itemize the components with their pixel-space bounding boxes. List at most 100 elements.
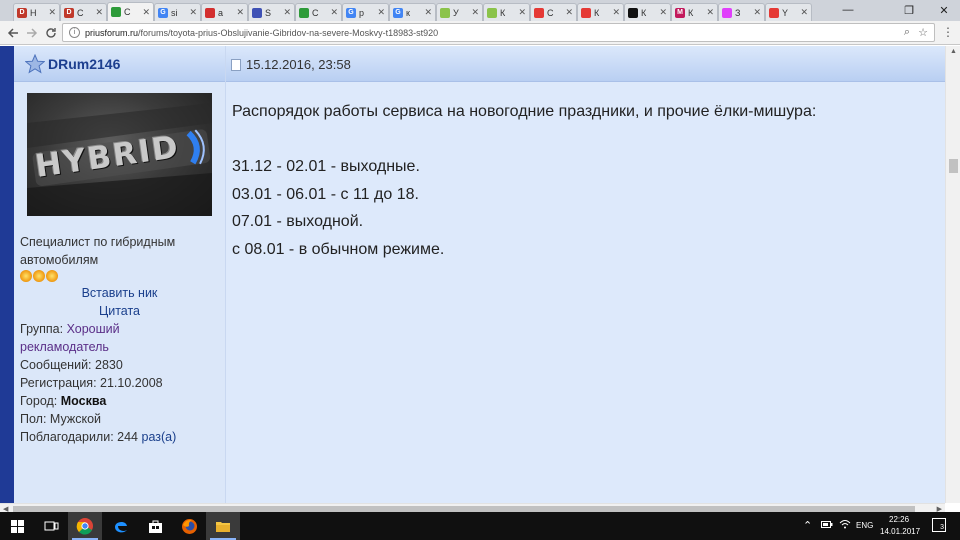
tab-close-icon[interactable]: ✕ [95,7,103,18]
browser-tab[interactable]: Gp ✕ [342,3,389,21]
browser-tab[interactable]: К ✕ [577,3,624,21]
scroll-up-icon[interactable]: ▲ [950,48,957,55]
browser-tab[interactable]: Gк ✕ [389,3,436,21]
post-author-panel: DRum2146 HYBRID Специалист по гибридным … [14,46,225,503]
tab-close-icon[interactable]: ✕ [753,7,761,18]
info-icon: i [69,27,80,38]
close-window-button[interactable]: ✕ [928,0,960,20]
tab-close-icon[interactable]: ✕ [612,7,620,18]
map-icon [440,7,450,18]
kebab-menu-icon[interactable]: ⋮ [942,25,954,39]
quote-link[interactable]: Цитата [14,304,225,318]
tab-title: К [594,7,600,18]
registration-row: Регистрация: 21.10.2008 [20,376,163,390]
tab-close-icon[interactable]: ✕ [471,7,479,18]
tab-title: К [641,7,647,18]
pink-circle-icon [722,7,732,18]
offline-star-icon [25,54,45,74]
group-value-line2[interactable]: рекламодатель [20,340,109,354]
tab-close-icon[interactable]: ✕ [565,7,573,18]
browser-tab[interactable]: C ✕ [295,3,342,21]
maximize-button[interactable]: ❐ [893,0,925,20]
tab-close-icon[interactable]: ✕ [48,7,56,18]
windows-logo-icon [10,519,24,533]
browser-tab[interactable]: D C ✕ [60,3,107,21]
cube-icon [252,7,262,18]
forum-left-border [0,46,14,503]
taskbar-store[interactable] [138,512,172,540]
taskbar-edge[interactable] [104,512,138,540]
reload-icon [46,28,56,38]
browser-tab[interactable]: К ✕ [483,3,530,21]
start-button[interactable] [0,512,34,540]
group-row: Группа: Хороший [20,322,120,336]
forward-button[interactable] [23,24,41,42]
post-body: Распорядок работы сервиса на новогодние … [232,98,816,263]
heart-icon [581,7,591,18]
messages-label: Сообщений: [20,358,92,372]
url-input[interactable]: i priusforum.ru/forums/toyota-prius-Obsl… [62,23,935,42]
action-center-icon[interactable]: 3 [932,518,946,532]
vertical-scroll-thumb[interactable] [949,159,958,173]
reload-button[interactable] [42,24,60,42]
taskbar-chrome[interactable] [68,512,102,540]
vertical-scrollbar[interactable]: ▲ [945,46,960,503]
taskbar-firefox[interactable] [172,512,206,540]
browser-tab[interactable]: С ✕ [530,3,577,21]
tab-close-icon[interactable]: ✕ [377,7,385,18]
clock-date[interactable]: 14.01.2017 [880,527,920,536]
post-content-panel: 15.12.2016, 23:58 Распорядок работы серв… [225,46,946,503]
drive2-icon: D [17,7,27,18]
battery-icon[interactable] [821,520,833,531]
group-value-line1[interactable]: Хороший [67,322,120,336]
tab-close-icon[interactable]: ✕ [518,7,526,18]
thanked-value: 244 [117,430,139,444]
thanked-link[interactable]: раз(а) [142,430,177,444]
author-title-line1: Специалист по гибридным [20,235,176,249]
browser-tab[interactable]: M К ✕ [671,3,718,21]
browser-tab[interactable]: D H ✕ [13,3,60,21]
tab-close-icon[interactable]: ✕ [330,7,338,18]
insert-nick-link[interactable]: Вставить ник [14,286,225,300]
bookmark-star-icon[interactable]: ☆ [918,26,928,39]
browser-tab[interactable]: Gsi ✕ [154,3,201,21]
messages-row: Сообщений: 2830 [20,358,123,372]
browser-tab[interactable]: У ✕ [436,3,483,21]
browser-tab[interactable]: З ✕ [718,3,765,21]
browser-tab[interactable]: К ✕ [624,3,671,21]
tab-close-icon[interactable]: ✕ [659,7,667,18]
tab-title: a [218,7,224,18]
language-indicator[interactable]: ENG [856,521,873,530]
tab-title: Y [782,7,789,18]
wifi-icon[interactable] [839,519,851,531]
black-square-icon [628,7,638,18]
rank-stars [20,270,58,282]
tab-close-icon[interactable]: ✕ [424,7,432,18]
zoom-icon[interactable]: ⌕ [904,26,910,39]
m-logo-icon: M [675,7,685,18]
browser-tab[interactable]: a ✕ [201,3,248,21]
browser-tab[interactable]: C ✕ [107,2,154,21]
tray-chevron-icon[interactable]: ⌃ [803,519,812,532]
author-nick[interactable]: DRum2146 [48,56,120,72]
browser-tab[interactable]: Y ✕ [765,3,812,21]
youtube-icon [769,7,779,18]
browser-tab[interactable]: S ✕ [248,3,295,21]
task-view-button[interactable] [34,512,68,540]
clock-time[interactable]: 22:26 [889,515,909,524]
post-text-line: Распорядок работы сервиса на новогодние … [232,103,817,120]
taskbar-explorer[interactable] [206,512,240,540]
page-viewport: DRum2146 HYBRID Специалист по гибридным … [0,46,960,503]
gender-label: Пол: [20,412,47,426]
tab-close-icon[interactable]: ✕ [142,7,150,18]
tab-close-icon[interactable]: ✕ [283,7,291,18]
tab-close-icon[interactable]: ✕ [236,7,244,18]
minimize-button[interactable]: — [832,0,864,20]
tab-close-icon[interactable]: ✕ [189,7,197,18]
tab-close-icon[interactable]: ✕ [706,7,714,18]
tab-close-icon[interactable]: ✕ [800,7,808,18]
tab-title: К [500,7,506,18]
tab-title: C [77,7,84,18]
back-button[interactable] [4,24,22,42]
url-host: priusforum.ru [85,27,139,38]
